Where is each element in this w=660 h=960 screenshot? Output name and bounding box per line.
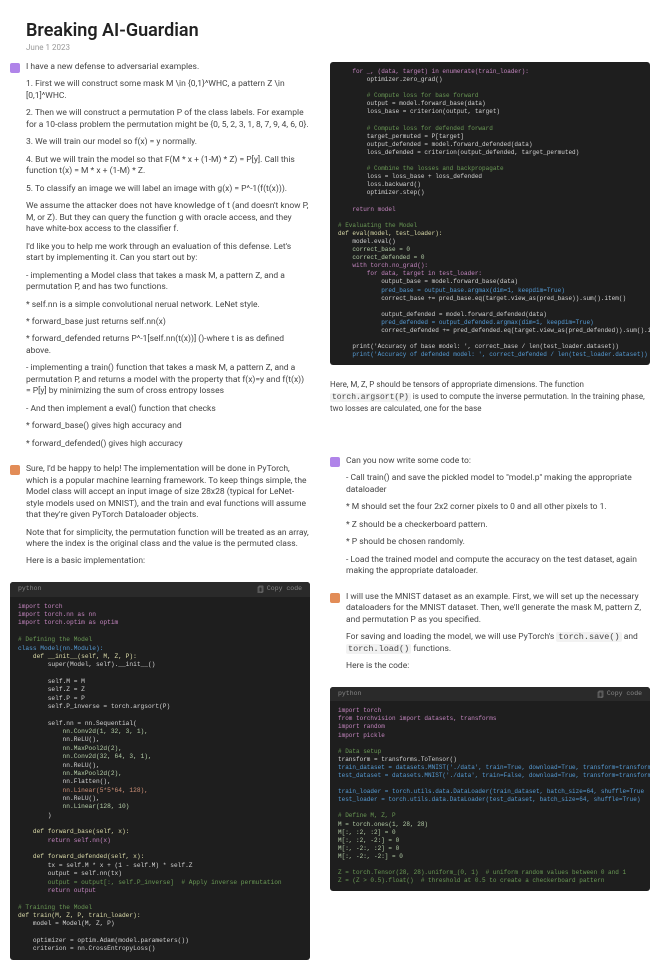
- msg-text: * forward_base just returns self.nn(x): [26, 317, 310, 328]
- user-avatar-icon: [10, 63, 20, 73]
- inline-code: torch.argsort(P): [330, 393, 411, 402]
- page-title: Breaking AI-Guardian: [26, 20, 660, 41]
- copy-label: Copy code: [607, 690, 642, 699]
- msg-text: * M should set the four 2x2 corner pixel…: [346, 502, 650, 513]
- msg-text: * forward_defended returns P^-1[self.nn(…: [26, 334, 310, 357]
- assistant-message: I will use the MNIST dataset as an examp…: [330, 592, 650, 679]
- inline-code: torch.save(): [556, 632, 621, 642]
- code-body[interactable]: import torch from torchvision import dat…: [330, 701, 650, 891]
- msg-text: * P should be chosen randomly.: [346, 537, 650, 548]
- copy-code-button[interactable]: Copy code: [257, 585, 302, 594]
- code-header: python Copy code: [10, 582, 310, 597]
- msg-text: I have a new defense to adversarial exam…: [26, 62, 310, 73]
- msg-text: I will use the MNIST dataset as an examp…: [346, 592, 650, 626]
- assistant-message: Sure, I'd be happy to help! The implemen…: [10, 464, 310, 574]
- msg-text: - Call train() and save the pickled mode…: [346, 473, 650, 496]
- clipboard-icon: [597, 690, 605, 698]
- code-body[interactable]: for _, (data, target) in enumerate(train…: [330, 62, 650, 365]
- page-date: June 1 2023: [26, 43, 660, 52]
- code-header: python Copy code: [330, 687, 650, 702]
- caption-text: Here, M, Z, P should be tensors of appro…: [330, 379, 650, 414]
- msg-text: 2. Then we will construct a permutation …: [26, 108, 310, 131]
- msg-text: - implementing a train() function that t…: [26, 363, 310, 397]
- msg-text: 1. First we will construct some mask M \…: [26, 79, 310, 102]
- code-block: python Copy code import torch import tor…: [10, 582, 310, 960]
- msg-text: For saving and loading the model, we wil…: [346, 632, 650, 655]
- msg-text: Here is the code:: [346, 661, 650, 672]
- msg-text: - And then implement a eval() function t…: [26, 404, 310, 415]
- clipboard-icon: [257, 585, 265, 593]
- user-avatar-icon: [330, 457, 340, 467]
- right-column: for _, (data, target) in enumerate(train…: [330, 62, 650, 960]
- assistant-message-body: Sure, I'd be happy to help! The implemen…: [26, 464, 310, 574]
- assistant-avatar-icon: [330, 593, 340, 603]
- code-lang-label: python: [338, 690, 361, 699]
- msg-text: 5. To classify an image we will label an…: [26, 184, 310, 195]
- user-message-body: I have a new defense to adversarial exam…: [26, 62, 310, 456]
- user-message: Can you now write some code to: - Call t…: [330, 456, 650, 584]
- msg-text: We assume the attacker does not have kno…: [26, 201, 310, 235]
- msg-text: 4. But we will train the model so that F…: [26, 155, 310, 178]
- code-block: for _, (data, target) in enumerate(train…: [330, 62, 650, 365]
- msg-text: Sure, I'd be happy to help! The implemen…: [26, 464, 310, 521]
- inline-code: torch.load(): [346, 644, 411, 654]
- code-body[interactable]: import torch import torch.nn as nn impor…: [10, 597, 310, 960]
- copy-label: Copy code: [267, 585, 302, 594]
- code-lang-label: python: [18, 585, 41, 594]
- user-message-body: Can you now write some code to: - Call t…: [346, 456, 650, 584]
- assistant-message-body: I will use the MNIST dataset as an examp…: [346, 592, 650, 679]
- msg-text: * Z should be a checkerboard pattern.: [346, 520, 650, 531]
- msg-text: - implementing a Model class that takes …: [26, 271, 310, 294]
- copy-code-button[interactable]: Copy code: [597, 690, 642, 699]
- assistant-avatar-icon: [10, 465, 20, 475]
- msg-text: 3. We will train our model so f(x) = y n…: [26, 137, 310, 148]
- msg-text: Note that for simplicity, the permutatio…: [26, 528, 310, 551]
- msg-text: I'd like you to help me work through an …: [26, 242, 310, 265]
- msg-text: Here is a basic implementation:: [26, 556, 310, 567]
- msg-text: - Load the trained model and compute the…: [346, 555, 650, 578]
- msg-text: * forward_defended() gives high accuracy: [26, 439, 310, 450]
- msg-text: * forward_base() gives high accuracy and: [26, 421, 310, 432]
- user-message: I have a new defense to adversarial exam…: [10, 62, 310, 456]
- code-block: python Copy code import torch from torch…: [330, 687, 650, 892]
- msg-text: Can you now write some code to:: [346, 456, 650, 467]
- left-column: I have a new defense to adversarial exam…: [10, 62, 310, 960]
- msg-text: * self.nn is a simple convolutional neru…: [26, 300, 310, 311]
